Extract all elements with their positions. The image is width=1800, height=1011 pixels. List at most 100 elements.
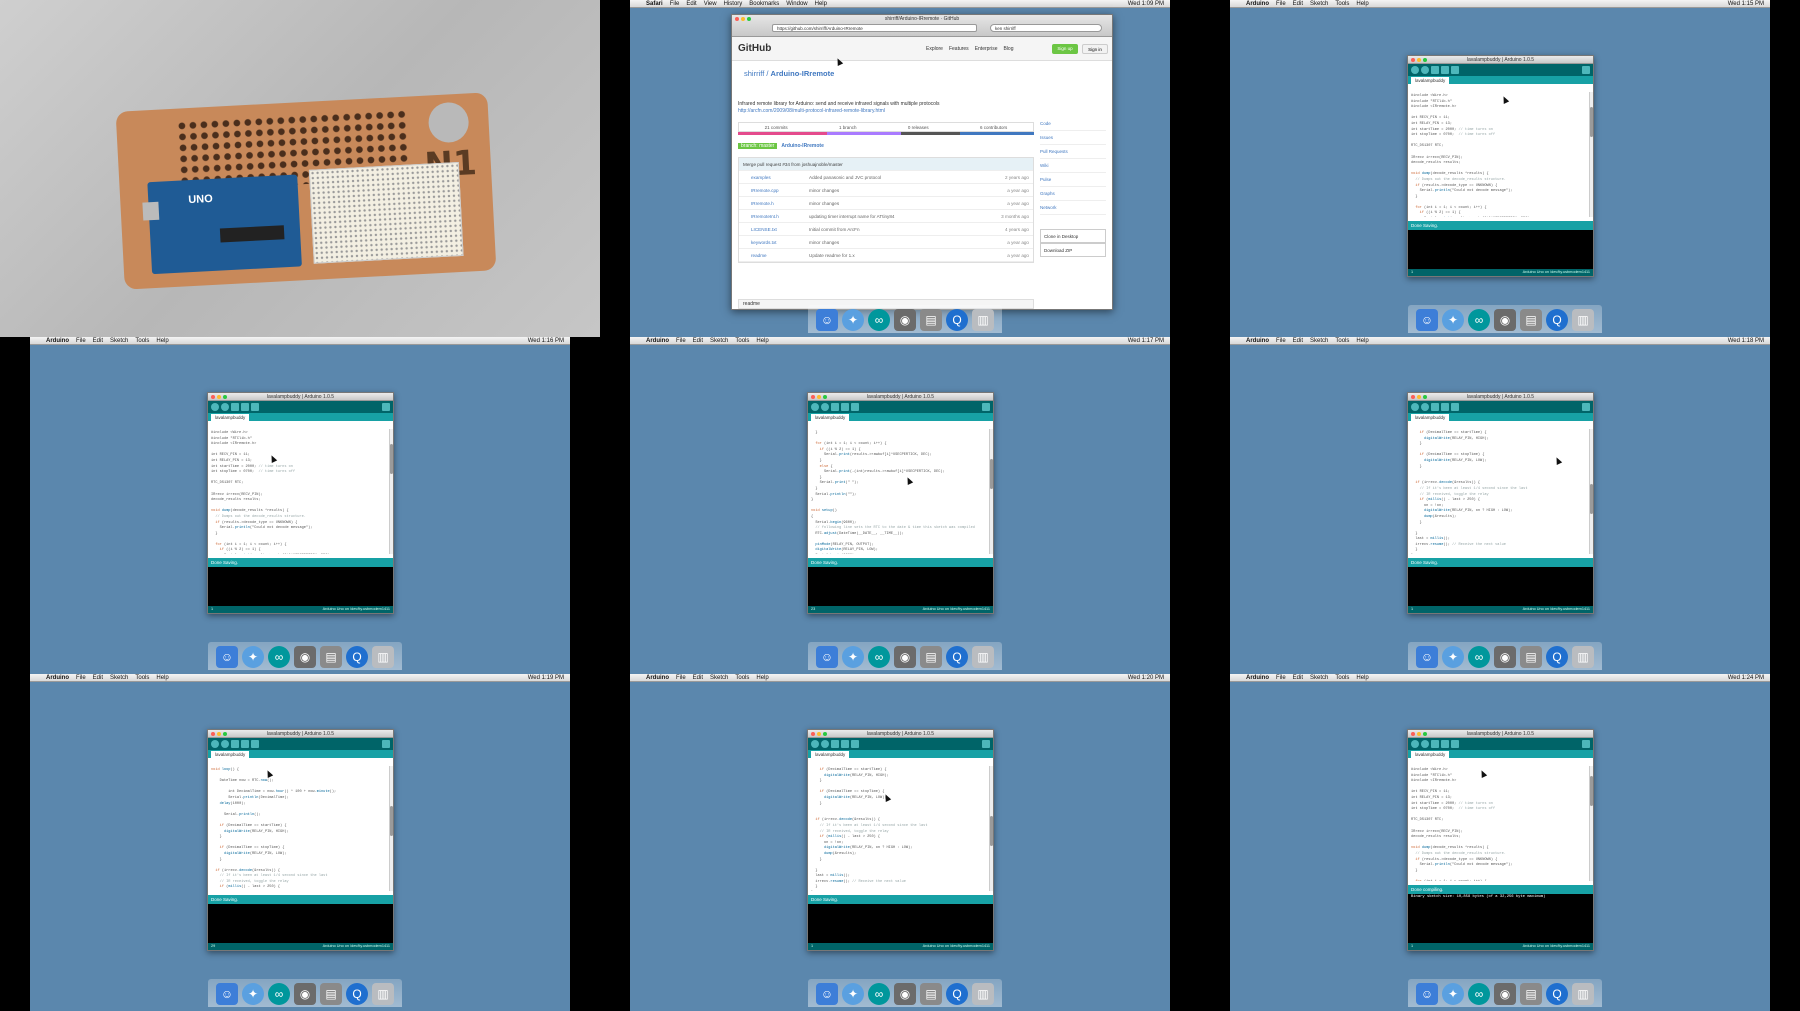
download-zip-button[interactable]: Download ZIP (1040, 243, 1106, 257)
zoom-icon[interactable] (1423, 395, 1427, 399)
side-network[interactable]: Network (1040, 201, 1106, 215)
photos-icon[interactable]: ◉ (1494, 983, 1516, 1005)
file-row[interactable]: examples Added panasonic and JVC protocol… (739, 171, 1033, 184)
menu-sketch[interactable]: Sketch (110, 675, 128, 681)
file-name[interactable]: IRremote.h (751, 197, 774, 210)
menu-tools[interactable]: Tools (135, 675, 149, 681)
app-menu[interactable]: Safari (646, 1, 663, 7)
menu-tools[interactable]: Tools (735, 338, 749, 344)
verify-icon[interactable] (1411, 403, 1419, 411)
close-icon[interactable] (1411, 395, 1415, 399)
verify-icon[interactable] (211, 403, 219, 411)
file-row[interactable]: IRremote.cpp minor changes a year ago (739, 184, 1033, 197)
finder-icon[interactable]: ☺ (216, 646, 238, 668)
preview-icon[interactable]: ▤ (1520, 983, 1542, 1005)
branch-selector[interactable]: branch: master (738, 143, 778, 149)
menu-sketch[interactable]: Sketch (710, 675, 728, 681)
quicktime-icon[interactable]: Q (346, 646, 368, 668)
scroll-thumb[interactable] (1590, 107, 1593, 137)
nav-features[interactable]: Features (949, 46, 969, 52)
menu-help[interactable]: Help (1356, 338, 1368, 344)
menu-file[interactable]: File (676, 338, 686, 344)
trash-icon[interactable]: ▥ (972, 646, 994, 668)
save-icon[interactable] (251, 740, 259, 748)
file-row[interactable]: LICENSE.txt Initial commit from ArcFn 4 ye… (739, 223, 1033, 236)
quicktime-icon[interactable]: Q (946, 646, 968, 668)
quicktime-icon[interactable]: Q (1546, 983, 1568, 1005)
safari-icon[interactable]: ✦ (842, 309, 864, 331)
menu-help[interactable]: Help (1356, 1, 1368, 7)
clone-desktop-button[interactable]: Clone in Desktop (1040, 229, 1106, 243)
editor-scrollbar[interactable] (1589, 92, 1593, 217)
zoom-icon[interactable] (823, 395, 827, 399)
verify-icon[interactable] (1411, 66, 1419, 74)
new-icon[interactable] (831, 403, 839, 411)
app-menu[interactable]: Arduino (46, 338, 69, 344)
serial-monitor-icon[interactable] (382, 403, 390, 411)
file-row[interactable]: IRremoteInt.h updating timer interrupt na… (739, 210, 1033, 223)
serial-monitor-icon[interactable] (982, 740, 990, 748)
safari-icon[interactable]: ✦ (242, 983, 264, 1005)
menu-sketch[interactable]: Sketch (1310, 338, 1328, 344)
menu-sketch[interactable]: Sketch (1310, 1, 1328, 7)
trash-icon[interactable]: ▥ (372, 646, 394, 668)
arduino-icon[interactable]: ∞ (868, 983, 890, 1005)
upload-icon[interactable] (1421, 740, 1429, 748)
menu-tools[interactable]: Tools (735, 675, 749, 681)
file-name[interactable]: LICENSE.txt (751, 223, 777, 236)
upload-icon[interactable] (1421, 66, 1429, 74)
close-icon[interactable] (1411, 732, 1415, 736)
arduino-icon[interactable]: ∞ (1468, 309, 1490, 331)
menu-file[interactable]: File (1276, 338, 1286, 344)
scroll-thumb[interactable] (390, 806, 393, 836)
menu-tools[interactable]: Tools (1335, 1, 1349, 7)
zoom-icon[interactable] (223, 395, 227, 399)
zoom-icon[interactable] (1423, 732, 1427, 736)
close-icon[interactable] (811, 395, 815, 399)
upload-icon[interactable] (1421, 403, 1429, 411)
menu-window[interactable]: Window (786, 1, 807, 7)
signin-button[interactable]: Sign in (1082, 44, 1108, 54)
repo-name[interactable]: Arduino-IRremote (771, 69, 835, 78)
menu-edit[interactable]: Edit (1293, 675, 1303, 681)
file-row[interactable]: IRremote.h minor changes a year ago (739, 197, 1033, 210)
scroll-thumb[interactable] (390, 444, 393, 474)
stat-commits[interactable]: 21 commits (765, 123, 788, 131)
file-name[interactable]: IRremote.cpp (751, 184, 779, 197)
menu-history[interactable]: History (724, 1, 743, 7)
upload-icon[interactable] (821, 403, 829, 411)
verify-icon[interactable] (211, 740, 219, 748)
menu-view[interactable]: View (704, 1, 717, 7)
code-editor[interactable]: } for (int i = 1; i < count; i++) { if (… (808, 429, 993, 554)
quicktime-icon[interactable]: Q (946, 983, 968, 1005)
file-name[interactable]: keywords.txt (751, 236, 777, 249)
new-icon[interactable] (1431, 740, 1439, 748)
menu-edit[interactable]: Edit (686, 1, 696, 7)
editor-scrollbar[interactable] (389, 766, 393, 891)
search-field[interactable]: ken shirriff (990, 24, 1102, 32)
app-menu[interactable]: Arduino (1246, 1, 1269, 7)
sketch-tab[interactable]: lavalampbuddy (1411, 414, 1450, 421)
preview-icon[interactable]: ▤ (320, 983, 342, 1005)
menu-sketch[interactable]: Sketch (710, 338, 728, 344)
trash-icon[interactable]: ▥ (972, 983, 994, 1005)
open-icon[interactable] (241, 403, 249, 411)
menu-help[interactable]: Help (1356, 675, 1368, 681)
code-editor[interactable]: void loop() { DateTime now = RTC.now(); … (208, 766, 393, 891)
save-icon[interactable] (1451, 66, 1459, 74)
stat-releases[interactable]: 0 releases (908, 123, 929, 131)
upload-icon[interactable] (221, 740, 229, 748)
finder-icon[interactable]: ☺ (216, 983, 238, 1005)
save-icon[interactable] (1451, 403, 1459, 411)
stat-branches[interactable]: 1 branch (839, 123, 857, 131)
side-pulse[interactable]: Pulse (1040, 173, 1106, 187)
minimize-icon[interactable] (217, 732, 221, 736)
arduino-icon[interactable]: ∞ (1468, 646, 1490, 668)
new-icon[interactable] (831, 740, 839, 748)
quicktime-icon[interactable]: Q (1546, 309, 1568, 331)
zoom-icon[interactable] (1423, 58, 1427, 62)
finder-icon[interactable]: ☺ (1416, 983, 1438, 1005)
minimize-icon[interactable] (817, 395, 821, 399)
editor-scrollbar[interactable] (989, 766, 993, 891)
stat-contributors[interactable]: 6 contributors (980, 123, 1007, 131)
